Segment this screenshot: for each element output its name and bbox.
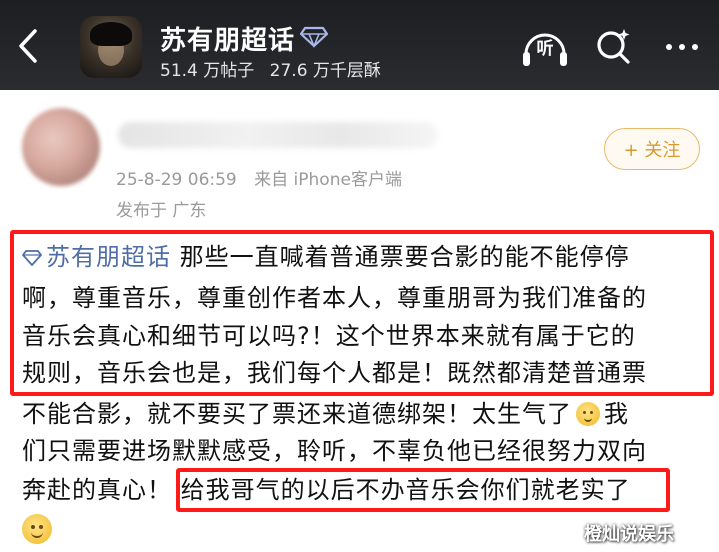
topic-stats: 51.4 万帖子 27.6 万千层酥: [160, 56, 391, 81]
post-text: 不能合影，就不要买了票还来道德绑架！太生气了: [22, 400, 572, 428]
search-button[interactable]: [594, 26, 634, 66]
likes-count: 27.6 万千层酥: [269, 61, 381, 81]
post-line: 音乐会真心和细节可以吗?！这个世界本来就有属于它的: [22, 319, 636, 353]
post-text: 啊，尊重音乐，尊重创作者本人，尊重朋哥为我们准备的: [22, 284, 647, 312]
emoji-icon: [576, 402, 600, 426]
emoji-icon: [22, 514, 52, 544]
post-text: 奔赴的真心！: [22, 476, 172, 504]
user-name-blurred[interactable]: [118, 122, 438, 148]
post-line: 规则，音乐会也是，我们每个人都是！既然都清楚普通票: [22, 356, 647, 390]
back-button[interactable]: [12, 24, 44, 68]
watermark: 橙灿说娱乐: [584, 524, 674, 545]
post-line: 不能合影，就不要买了票还来道德绑架！太生气了 我: [22, 397, 629, 431]
search-sparkle-icon: [597, 29, 630, 64]
user-avatar[interactable]: [22, 108, 100, 186]
topic-name: 苏有朋超话: [46, 243, 171, 271]
post-source: 来自 iPhone客户端: [254, 170, 402, 190]
post-line: 苏有朋超话 那些一直喊着普通票要合影的能不能停停: [22, 240, 630, 274]
listen-label: 听: [536, 39, 554, 59]
follow-button[interactable]: + 关注: [604, 128, 700, 170]
post-timestamp: 25-8-29 06:59: [116, 170, 237, 190]
post-line: 啊，尊重音乐，尊重创作者本人，尊重朋哥为我们准备的: [22, 281, 647, 315]
diamond-icon: [22, 250, 42, 266]
post-text: 们只需要进场默默感受，聆听，不辜负他已经很努力双向: [22, 437, 647, 465]
topic-avatar[interactable]: [80, 16, 142, 78]
posts-count: 51.4 万帖子: [160, 61, 255, 81]
topic-link[interactable]: 苏有朋超话: [22, 243, 171, 271]
more-button[interactable]: [660, 30, 704, 64]
listen-button[interactable]: 听: [520, 24, 570, 70]
post-line: 们只需要进场默默感受，聆听，不辜负他已经很努力双向: [22, 434, 647, 468]
post-text-highlight: 给我哥气的以后不办音乐会你们就老实了: [180, 476, 631, 504]
post-text: 音乐会真心和细节可以吗?！这个世界本来就有属于它的: [22, 322, 636, 350]
post-line: 奔赴的真心！ 给我哥气的以后不办音乐会你们就老实了: [22, 473, 631, 507]
chevron-left-icon: [19, 29, 37, 63]
post-text: 那些一直喊着普通票要合影的能不能停停: [179, 243, 630, 271]
dot: [692, 44, 698, 50]
post-text: 规则，音乐会也是，我们每个人都是！既然都清楚普通票: [22, 359, 647, 387]
post-meta: 25-8-29 06:59 来自 iPhone客户端: [116, 165, 402, 190]
topic-header: 苏有朋超话 51.4 万帖子 27.6 万千层酥 听: [0, 0, 719, 90]
dot: [666, 44, 672, 50]
post-location: 发布于 广东: [116, 201, 207, 221]
page-title: 苏有朋超话: [160, 26, 296, 56]
diamond-icon: [300, 26, 328, 48]
post-text: 我: [604, 400, 629, 428]
dot: [679, 44, 685, 50]
